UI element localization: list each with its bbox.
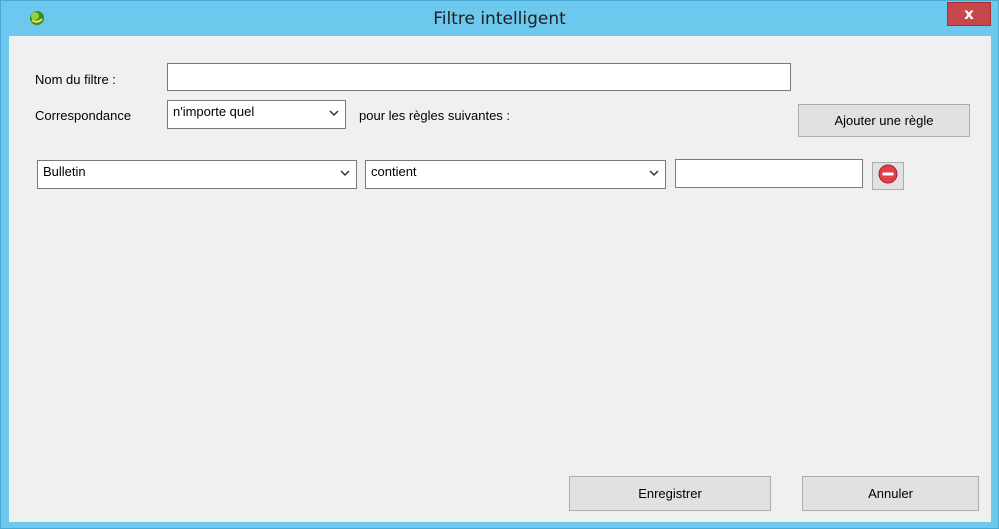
match-suffix-label: pour les règles suivantes : xyxy=(359,108,511,123)
rule-value-input[interactable] xyxy=(675,159,863,188)
rule-field-select[interactable]: Bulletin xyxy=(37,160,357,189)
close-icon: x xyxy=(964,5,974,23)
chevron-down-icon xyxy=(327,103,341,121)
match-select[interactable]: n'importe quel xyxy=(167,100,346,129)
save-button[interactable]: Enregistrer xyxy=(569,476,771,511)
cancel-button[interactable]: Annuler xyxy=(802,476,979,511)
title-bar[interactable]: Filtre intelligent x xyxy=(1,1,998,35)
match-label: Correspondance xyxy=(35,108,132,123)
rule-operator-select[interactable]: contient xyxy=(365,160,666,189)
chevron-down-icon xyxy=(647,163,661,181)
chevron-down-icon xyxy=(338,163,352,181)
filter-name-label: Nom du filtre : xyxy=(35,72,116,87)
filter-name-input[interactable] xyxy=(167,63,791,91)
window-title: Filtre intelligent xyxy=(433,9,566,29)
dialog-window: Filtre intelligent x Nom du filtre : Cor… xyxy=(0,0,999,529)
dialog-content: Nom du filtre : Correspondance n'importe… xyxy=(9,36,991,522)
add-rule-button[interactable]: Ajouter une règle xyxy=(798,104,970,137)
remove-icon xyxy=(878,164,898,189)
close-button[interactable]: x xyxy=(947,2,991,26)
remove-rule-button[interactable] xyxy=(872,162,904,190)
